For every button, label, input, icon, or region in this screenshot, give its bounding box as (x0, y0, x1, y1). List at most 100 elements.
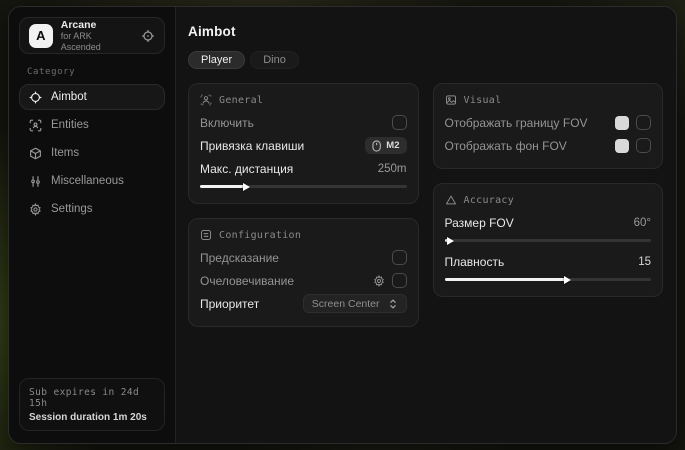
priority-dropdown[interactable]: Screen Center (303, 294, 407, 313)
app-name: Arcane (61, 19, 133, 31)
humanize-gear-icon[interactable] (373, 275, 385, 287)
enable-label: Включить (200, 116, 254, 130)
priority-value: Screen Center (312, 298, 380, 310)
configuration-card-header: Configuration (200, 229, 407, 241)
sidebar-item-label: Entities (51, 119, 89, 131)
fov-size-row: Размер FOV 60° (445, 211, 652, 234)
slider-fill (445, 278, 567, 281)
distance-slider[interactable] (200, 185, 407, 188)
chevron-up-down-icon (388, 299, 398, 309)
distance-value: 250m (378, 163, 407, 175)
smoothness-slider[interactable] (445, 278, 652, 281)
prediction-row: Предсказание (200, 246, 407, 269)
sidebar-item-settings[interactable]: Settings (19, 196, 165, 222)
enable-row: Включить (200, 111, 407, 134)
card-header-label: Visual (464, 95, 502, 106)
right-column: Visual Отображать границу FOV Отображать… (433, 83, 664, 297)
card-header-label: Configuration (219, 230, 301, 241)
humanize-controls (373, 273, 407, 288)
priority-row: Приоритет Screen Center (200, 292, 407, 315)
smoothness-row: Плавность 15 (445, 250, 652, 273)
fov-size-value: 60° (634, 217, 651, 229)
sidebar-item-label: Settings (51, 203, 93, 215)
fov-background-controls (615, 138, 651, 153)
smoothness-value: 15 (638, 256, 651, 268)
sidebar-item-label: Items (51, 147, 79, 159)
humanize-label: Очеловечивание (200, 274, 294, 288)
left-column: General Включить Привязка клавиши (188, 83, 419, 327)
fov-background-label: Отображать фон FOV (445, 139, 567, 153)
prediction-checkbox[interactable] (392, 250, 407, 265)
sub-expires-text: Sub expires in 24d 15h (29, 387, 155, 409)
gear-icon (29, 203, 42, 216)
keybind-row: Привязка клавиши M2 (200, 134, 407, 157)
sidebar-item-entities[interactable]: Entities (19, 112, 165, 138)
slider-fill (200, 185, 245, 188)
fov-background-checkbox[interactable] (636, 138, 651, 153)
card-header-label: General (219, 95, 263, 106)
humanize-checkbox[interactable] (392, 273, 407, 288)
tune-icon (200, 229, 212, 241)
fov-size-slider[interactable] (445, 239, 652, 242)
tab-dino[interactable]: Dino (250, 51, 299, 69)
target-settings-icon[interactable] (141, 29, 155, 43)
image-icon (445, 94, 457, 106)
distance-label: Макс. дистанция (200, 162, 293, 176)
visual-card-header: Visual (445, 94, 652, 106)
sidebar-item-label: Miscellaneous (51, 175, 124, 187)
sidebar-item-aimbot[interactable]: Aimbot (19, 84, 165, 110)
keybind-button[interactable]: M2 (365, 137, 406, 154)
fov-background-color-swatch[interactable] (615, 139, 629, 153)
sidebar-item-miscellaneous[interactable]: Miscellaneous (19, 168, 165, 194)
card-grid: General Включить Привязка клавиши (188, 83, 663, 327)
configuration-card: Configuration Предсказание Очеловечивани… (188, 218, 419, 327)
page-title: Aimbot (188, 24, 663, 39)
slider-thumb[interactable] (564, 276, 571, 284)
box-icon (29, 147, 42, 160)
keybind-label: Привязка клавиши (200, 139, 304, 153)
session-duration-text: Session duration 1m 20s (29, 412, 155, 423)
general-card-header: General (200, 94, 407, 106)
brand-card: A Arcane for ARK Ascended (19, 17, 165, 54)
session-status-card: Sub expires in 24d 15h Session duration … (19, 378, 165, 431)
mouse-icon (372, 140, 382, 152)
slider-thumb[interactable] (447, 237, 454, 245)
smoothness-label: Плавность (445, 255, 505, 269)
fov-background-row: Отображать фон FOV (445, 134, 652, 157)
slider-thumb[interactable] (243, 183, 250, 191)
fov-border-color-swatch[interactable] (615, 116, 629, 130)
tab-bar: Player Dino (188, 51, 663, 69)
accuracy-card: Accuracy Размер FOV 60° Плавность 15 (433, 183, 664, 297)
distance-row: Макс. дистанция 250m (200, 157, 407, 180)
humanize-row: Очеловечивание (200, 269, 407, 292)
sliders-icon (29, 175, 42, 188)
visual-card: Visual Отображать границу FOV Отображать… (433, 83, 664, 169)
category-label: Category (27, 67, 165, 77)
accuracy-card-header: Accuracy (445, 194, 652, 206)
fov-border-controls (615, 115, 651, 130)
fov-border-row: Отображать границу FOV (445, 111, 652, 134)
crosshair-icon (29, 91, 42, 104)
sidebar-item-label: Aimbot (51, 91, 87, 103)
general-card: General Включить Привязка клавиши (188, 83, 419, 204)
sidebar-nav: Aimbot Entities Items (19, 84, 165, 222)
tab-player[interactable]: Player (188, 51, 245, 69)
main-panel: Aimbot Player Dino General (176, 7, 676, 443)
scan-person-icon (29, 119, 42, 132)
prediction-label: Предсказание (200, 251, 279, 265)
fov-size-label: Размер FOV (445, 216, 514, 230)
sidebar-item-items[interactable]: Items (19, 140, 165, 166)
card-header-label: Accuracy (464, 195, 515, 206)
keybind-value: M2 (386, 140, 399, 151)
triangle-icon (445, 194, 457, 206)
enable-checkbox[interactable] (392, 115, 407, 130)
app-subtitle: for ARK Ascended (61, 31, 133, 52)
app-logo: A (29, 24, 53, 48)
priority-label: Приоритет (200, 297, 259, 311)
person-target-icon (200, 94, 212, 106)
sidebar: A Arcane for ARK Ascended Category (9, 7, 176, 443)
fov-border-label: Отображать границу FOV (445, 116, 588, 130)
app-window: A Arcane for ARK Ascended Category (8, 6, 677, 444)
fov-border-checkbox[interactable] (636, 115, 651, 130)
brand-text: Arcane for ARK Ascended (61, 19, 133, 52)
